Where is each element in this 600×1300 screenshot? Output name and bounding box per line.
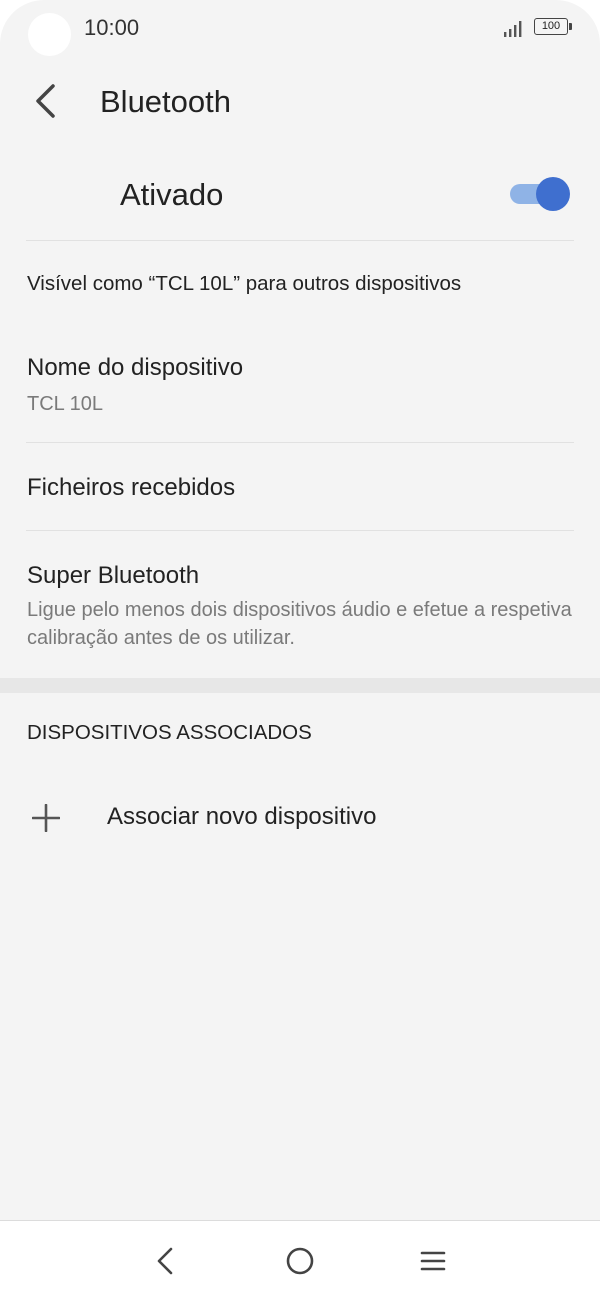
pair-new-device-button[interactable]: Associar novo dispositivo — [0, 780, 600, 856]
toggle-thumb — [536, 177, 570, 211]
back-icon — [157, 1247, 173, 1275]
paired-devices-header: DISPOSITIVOS ASSOCIADOS — [27, 721, 312, 744]
super-bluetooth-description: Ligue pelo menos dois dispositivos áudio… — [27, 599, 572, 649]
navigation-bar — [0, 1220, 600, 1300]
section-separator — [0, 678, 600, 693]
divider — [26, 240, 574, 241]
plus-icon — [32, 804, 60, 832]
battery-icon: 100 — [534, 18, 572, 35]
divider — [26, 442, 574, 443]
menu-icon — [420, 1251, 446, 1271]
home-icon — [286, 1247, 314, 1275]
nav-home-button[interactable] — [280, 1241, 320, 1281]
bluetooth-master-toggle-row[interactable]: Ativado — [0, 160, 600, 232]
chevron-left-icon — [36, 84, 55, 118]
pair-new-device-label: Associar novo dispositivo — [107, 803, 377, 830]
visibility-text: Visível como “TCL 10L” para outros dispo… — [27, 272, 462, 295]
bluetooth-toggle-switch[interactable] — [509, 176, 571, 212]
device-name-title: Nome do dispositivo — [27, 354, 244, 381]
back-button[interactable] — [26, 80, 68, 122]
bluetooth-settings-screen: 10:00 100 Bluetooth Ativado Visível como… — [0, 0, 600, 1300]
nav-back-button[interactable] — [146, 1241, 186, 1281]
received-files-title: Ficheiros recebidos — [27, 474, 236, 501]
device-name-value: TCL 10L — [27, 393, 103, 415]
page-title: Bluetooth — [100, 84, 231, 119]
battery-level: 100 — [541, 20, 561, 32]
nav-menu-button[interactable] — [413, 1241, 453, 1281]
divider — [26, 530, 574, 531]
camera-cutout — [28, 13, 71, 56]
bluetooth-state-label: Ativado — [120, 177, 224, 212]
signal-icon — [504, 21, 522, 37]
status-bar: 10:00 100 — [0, 0, 600, 56]
status-time: 10:00 — [84, 15, 140, 40]
super-bluetooth-title: Super Bluetooth — [27, 562, 200, 589]
